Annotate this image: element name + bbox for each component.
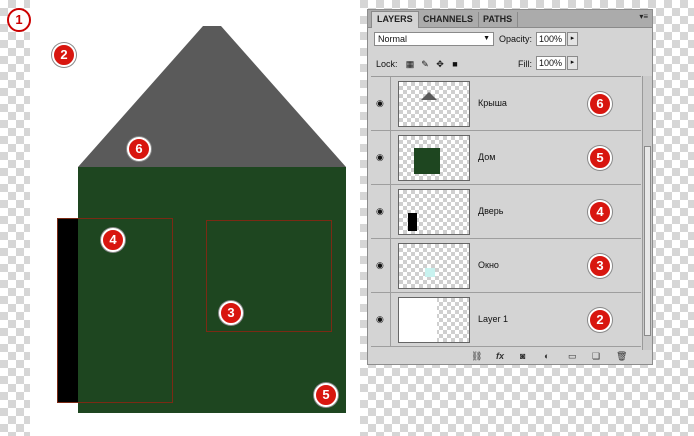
badge-1: 1 [7,8,31,32]
layer-thumbnail [398,81,470,127]
eye-icon: ◉ [376,206,384,216]
layers-panel: LAYERS CHANNELS PATHS ▾≡ Normal ▼ Opacit… [367,9,653,365]
fill-input[interactable]: 100% [536,56,566,70]
layer-row-layer1[interactable]: ◉ Layer 1 2 [371,293,641,347]
fx-icon[interactable]: fx [496,351,504,361]
layer-badge: 2 [588,308,612,332]
folder-icon[interactable]: ▭ [568,351,577,362]
eye-icon: ◉ [376,260,384,270]
layer-row-krysha[interactable]: ◉ Крыша 6 [371,77,641,131]
layers-list: ◉ Крыша 6 ◉ Дом 5 ◉ Дверь 4 ◉ Окно 3 ◉ L… [371,76,641,351]
layer-thumbnail [398,189,470,235]
layer-row-dom[interactable]: ◉ Дом 5 [371,131,641,185]
layer-thumbnail [398,135,470,181]
layer-badge: 6 [588,92,612,116]
adjustment-icon[interactable]: ◐ [544,351,549,361]
layer-badge: 5 [588,146,612,170]
visibility-toggle[interactable]: ◉ [371,77,391,131]
visibility-toggle[interactable]: ◉ [371,239,391,293]
visibility-toggle[interactable]: ◉ [371,185,391,239]
fill-label: Fill: [518,59,532,69]
scrollbar-thumb[interactable] [644,146,651,336]
panel-footer: ⛓ fx ◙ ◐ ▭ ❏ 🗑 [368,350,652,364]
opacity-label: Opacity: [499,34,533,44]
mask-icon[interactable]: ◙ [520,351,525,361]
badge-2: 2 [52,43,76,67]
badge-4: 4 [101,228,125,252]
layer-name: Окно [478,260,499,270]
layer-name: Layer 1 [478,314,509,324]
new-layer-icon[interactable]: ❏ [592,351,600,362]
fill-slider-button[interactable]: ▸ [567,56,578,70]
lock-all-icon[interactable]: ■ [450,59,460,69]
chevron-down-icon: ▼ [483,35,490,42]
badge-3: 3 [219,301,243,325]
layer-name: Дверь [478,206,504,216]
eye-icon: ◉ [376,314,384,324]
layer-thumbnail [398,297,470,343]
link-icon[interactable]: ⛓ [471,351,482,362]
lock-label: Lock: [376,59,398,69]
opacity-input[interactable]: 100% [536,32,566,46]
blend-mode-select[interactable]: Normal ▼ [374,32,494,46]
lock-brush-icon[interactable]: ✎ [420,59,430,69]
badge-6: 6 [127,137,151,161]
layer-badge: 4 [588,200,612,224]
eye-icon: ◉ [376,152,384,162]
lock-transparency-icon[interactable]: ▦ [405,59,415,69]
badge-5: 5 [314,383,338,407]
lock-move-icon[interactable]: ✥ [435,59,445,69]
layer-row-okno[interactable]: ◉ Окно 3 [371,239,641,293]
layer-name: Дом [478,152,496,162]
visibility-toggle[interactable]: ◉ [371,293,391,347]
layer-thumbnail [398,243,470,289]
roof-shape [78,26,346,167]
layers-scrollbar[interactable] [642,76,652,350]
tab-layers[interactable]: LAYERS [371,11,419,28]
panel-tabs: LAYERS CHANNELS PATHS ▾≡ [368,10,652,28]
tab-channels[interactable]: CHANNELS [418,12,480,27]
blend-mode-value: Normal [378,34,408,44]
eye-icon: ◉ [376,98,384,108]
trash-icon[interactable]: 🗑 [616,351,627,362]
tab-paths[interactable]: PATHS [478,12,519,27]
visibility-toggle[interactable]: ◉ [371,131,391,185]
layer-badge: 3 [588,254,612,278]
layer-name: Крыша [478,98,507,108]
opacity-slider-button[interactable]: ▸ [567,32,578,46]
panel-menu-icon[interactable]: ▾≡ [639,12,648,21]
layer-row-dver[interactable]: ◉ Дверь 4 [371,185,641,239]
